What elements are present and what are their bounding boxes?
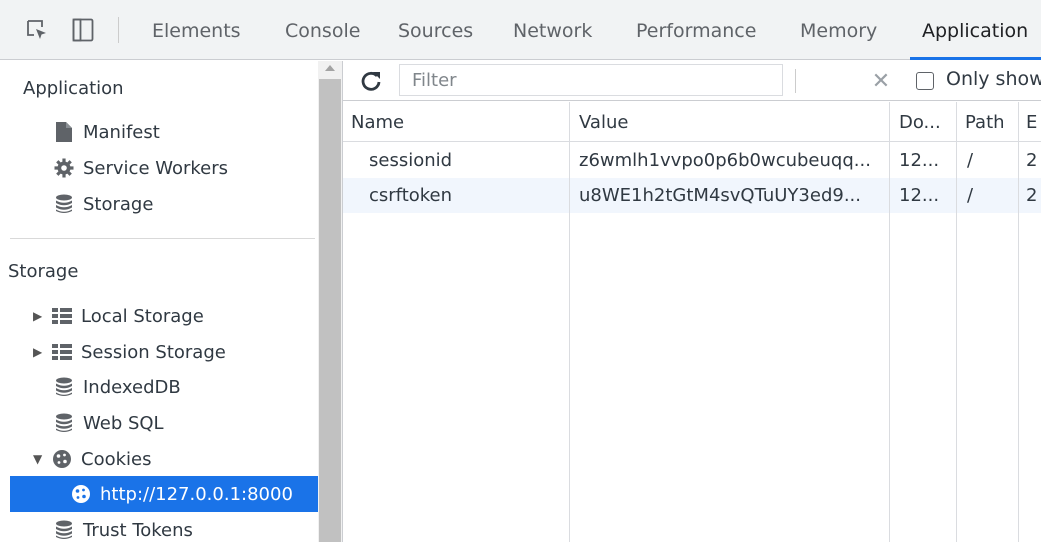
tab-performance[interactable]: Performance [636,0,756,60]
collapse-triangle-icon[interactable]: ▼ [33,452,51,466]
column-header-expires[interactable]: E [1026,102,1041,142]
sidebar-item-label: Trust Tokens [83,519,193,541]
cookies-toolbar: ✕ Only show [343,61,1041,101]
application-sidebar: Application Manifest Service Workers Sto… [0,61,318,542]
sidebar-item-label: Manifest [83,121,160,143]
column-divider[interactable] [1018,102,1019,542]
sidebar-item-cookie-origin[interactable]: http://127.0.0.1:8000 [10,476,318,512]
inspect-element-icon[interactable] [24,17,50,43]
file-icon [53,121,75,143]
sidebar-item-indexeddb[interactable]: IndexedDB [0,369,318,405]
cell-name: csrftoken [369,185,453,206]
toolbar-separator [795,69,796,93]
column-divider[interactable] [956,102,957,542]
column-divider [889,102,890,142]
sidebar-section-application: Application [23,78,124,99]
cell-domain: 12... [899,185,940,206]
tab-application[interactable]: Application [909,0,1041,60]
sidebar-item-label: Local Storage [81,305,204,327]
clear-icon[interactable]: ✕ [867,67,895,95]
column-divider[interactable] [889,102,890,542]
sidebar-scrollbar[interactable] [318,61,342,542]
tab-elements[interactable]: Elements [152,0,241,60]
sidebar-item-manifest[interactable]: Manifest [0,114,318,150]
sidebar-item-label: Storage [83,193,154,215]
grid-icon [51,305,73,327]
cookie-icon [51,448,73,470]
cookies-table: Name Value Do... Path E sessionid z6wmlh… [343,102,1041,542]
column-divider[interactable] [569,102,570,542]
grid-icon [51,341,73,363]
cell-name: sessionid [369,150,453,171]
cell-domain: 12... [899,150,940,171]
column-divider [1018,102,1019,142]
database-icon [53,412,75,434]
sidebar-item-label: Cookies [81,448,152,470]
table-header: Name Value Do... Path E [343,102,1041,142]
sidebar-item-label: Session Storage [81,341,226,363]
tab-memory[interactable]: Memory [800,0,877,60]
only-show-label: Only show [946,68,1041,90]
cell-path: / [967,185,974,206]
cell-expires: 2 [1026,150,1038,171]
tab-console[interactable]: Console [285,0,360,60]
column-divider [569,102,570,142]
sidebar-item-label: Web SQL [83,412,164,434]
scrollbar-thumb[interactable] [319,79,341,542]
sidebar-item-cookies[interactable]: ▼ Cookies [0,441,318,477]
only-show-checkbox[interactable] [916,72,934,90]
cell-value: u8WE1h2tGtM4svQTuUY3ed9... [579,185,861,206]
cookie-icon [70,483,92,505]
refresh-icon[interactable] [359,69,383,93]
sidebar-item-label: http://127.0.0.1:8000 [100,483,293,505]
cell-value: z6wmlh1vvpo0p6b0wcubeuqq... [579,150,871,171]
sidebar-section-storage: Storage [8,261,79,282]
expand-triangle-icon[interactable]: ▶ [33,309,51,323]
column-header-domain[interactable]: Do... [899,102,941,142]
column-header-path[interactable]: Path [965,102,1005,142]
sidebar-item-service-workers[interactable]: Service Workers [0,150,318,186]
scroll-up-arrow-icon[interactable] [325,65,335,71]
expand-triangle-icon[interactable]: ▶ [33,345,51,359]
devtools-tab-bar: Elements Console Sources Network Perform… [0,0,1041,60]
gear-icon [53,157,75,179]
sidebar-item-local-storage[interactable]: ▶ Local Storage [0,298,318,334]
cell-path: / [967,150,974,171]
database-icon [53,376,75,398]
toolbar-separator [118,17,119,43]
sidebar-item-web-sql[interactable]: Web SQL [0,405,318,441]
tab-network[interactable]: Network [513,0,592,60]
database-icon [53,519,75,541]
sidebar-item-label: IndexedDB [83,376,181,398]
column-divider [956,102,957,142]
sidebar-divider [10,238,315,239]
device-toolbar-icon[interactable] [70,17,96,43]
database-icon [53,193,75,215]
sidebar-item-session-storage[interactable]: ▶ Session Storage [0,334,318,370]
column-header-name[interactable]: Name [351,102,404,142]
sidebar-item-trust-tokens[interactable]: Trust Tokens [0,512,318,542]
filter-input[interactable] [399,64,783,96]
cell-expires: 2 [1026,185,1038,206]
column-header-value[interactable]: Value [579,102,628,142]
sidebar-item-label: Service Workers [83,157,229,179]
tab-sources[interactable]: Sources [398,0,473,60]
sidebar-item-storage[interactable]: Storage [0,186,318,222]
